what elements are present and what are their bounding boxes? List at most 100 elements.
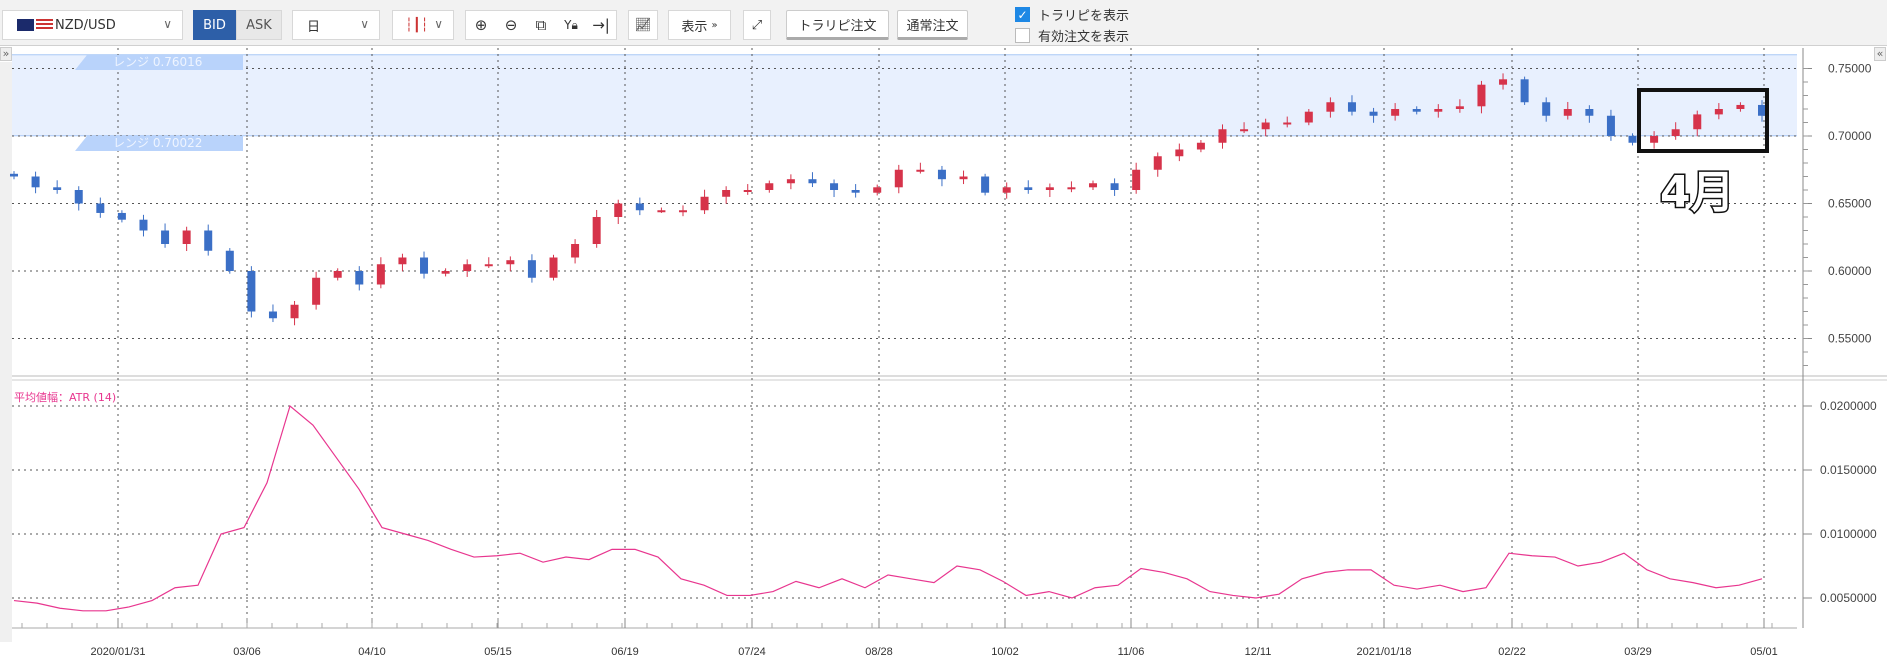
candle-up: [765, 183, 774, 190]
candle-up: [1283, 122, 1292, 125]
range-lower-tag: レンジ 0.70022: [75, 136, 243, 151]
candle-up: [182, 230, 191, 244]
x-tick-label: 03/06: [233, 646, 261, 658]
atr-tick-label: 0.0050000: [1820, 591, 1877, 605]
atr-tick-label: 0.0200000: [1820, 399, 1877, 413]
candle-up: [1477, 84, 1486, 107]
price-tick-label: 0.70000: [1828, 129, 1872, 143]
candle-down: [31, 176, 40, 188]
candle-down: [1369, 111, 1378, 116]
candle-up: [1045, 187, 1054, 190]
x-tick-label: 05/01: [1750, 646, 1778, 658]
x-tick-label: 04/10: [358, 646, 386, 658]
candle-up: [722, 190, 731, 197]
candle-up: [549, 257, 558, 278]
atr-line: [13, 404, 1763, 612]
candle-down: [1542, 102, 1551, 116]
candle-up: [1499, 79, 1508, 85]
candle-up: [743, 190, 752, 192]
candle-down: [96, 203, 105, 213]
x-tick-label: 10/02: [991, 646, 1019, 658]
april-annotation: 4月: [1659, 166, 1737, 220]
price-tick-label: 0.65000: [1828, 197, 1872, 211]
candle-up: [1391, 109, 1400, 116]
candle-up: [1563, 109, 1572, 116]
x-tick-label: 06/19: [611, 646, 639, 658]
x-tick-label: 2020/01/31: [90, 646, 145, 658]
candle-down: [117, 212, 126, 220]
candle-down: [268, 311, 277, 319]
candle-down: [139, 219, 148, 231]
candle-down: [225, 250, 234, 271]
price-tick-label: 0.55000: [1828, 332, 1872, 346]
candle-up: [1326, 102, 1335, 112]
candle-up: [916, 169, 925, 172]
candle-up: [1175, 149, 1184, 157]
candle-up: [506, 260, 515, 265]
candle-down: [1347, 102, 1356, 112]
candle-up: [614, 203, 623, 217]
x-tick-label: 03/29: [1624, 646, 1652, 658]
candle-down: [1628, 136, 1637, 143]
range-band: [12, 54, 1797, 136]
candle-down: [808, 179, 817, 184]
expand-left-panel-icon[interactable]: »: [0, 47, 12, 61]
candle-up: [700, 196, 709, 211]
x-tick-label: 05/15: [484, 646, 512, 658]
candle-up: [1218, 129, 1227, 143]
left-gutter: [0, 62, 12, 642]
candle-down: [74, 190, 83, 204]
candle-down: [635, 203, 644, 211]
candle-up: [1067, 187, 1076, 190]
april-highlight-box: [1637, 88, 1769, 153]
atr-tick-label: 0.0150000: [1820, 463, 1877, 477]
candle-up: [678, 210, 687, 213]
candle-down: [830, 183, 839, 190]
x-tick-label: 08/28: [865, 646, 893, 658]
candle-up: [290, 304, 299, 319]
candle-up: [463, 264, 472, 271]
x-tick-label: 2021/01/18: [1356, 646, 1411, 658]
candle-up: [1434, 109, 1443, 112]
candle-up: [376, 264, 385, 285]
x-tick-label: 07/24: [738, 646, 766, 658]
price-tick-label: 0.60000: [1828, 264, 1872, 278]
candle-down: [1606, 115, 1615, 136]
candle-up: [1002, 187, 1011, 193]
candle-down: [527, 260, 536, 278]
candle-up: [959, 176, 968, 180]
candle-up: [592, 217, 601, 244]
candle-up: [786, 179, 795, 184]
candle-up: [398, 257, 407, 265]
expand-right-panel-icon[interactable]: «: [1874, 47, 1886, 61]
candle-down: [247, 271, 256, 312]
candle-down: [981, 176, 990, 193]
candle-up: [1196, 142, 1205, 150]
x-tick-label: 02/22: [1498, 646, 1526, 658]
candle-down: [1520, 79, 1529, 103]
candle-down: [53, 187, 62, 190]
candle-up: [441, 271, 450, 274]
atr-tick-label: 0.0100000: [1820, 527, 1877, 541]
candle-up: [1132, 169, 1141, 190]
candle-up: [1240, 129, 1249, 132]
candle-down: [851, 190, 860, 193]
candle-up: [1261, 122, 1270, 130]
candle-up: [894, 169, 903, 188]
candle-down: [937, 169, 946, 180]
candle-down: [1024, 187, 1033, 190]
candle-down: [161, 230, 170, 244]
price-chart[interactable]: 2020/01/31 03/06 04/10 05/15 06/19 07/24 08/28…: [0, 0, 1887, 664]
candle-up: [1455, 106, 1464, 109]
candle-up: [1153, 156, 1162, 170]
candle-up: [484, 264, 493, 267]
x-tick-label: 12/11: [1245, 646, 1272, 658]
candle-up: [571, 244, 580, 258]
candle-down: [1585, 109, 1594, 116]
candle-up: [333, 271, 342, 278]
range-upper-tag: レンジ 0.76016: [75, 55, 243, 70]
candle-up: [1304, 111, 1313, 123]
atr-indicator-label: 平均値幅：ATR (14): [14, 391, 117, 404]
candle-down: [420, 257, 429, 274]
candle-down: [1110, 183, 1119, 190]
